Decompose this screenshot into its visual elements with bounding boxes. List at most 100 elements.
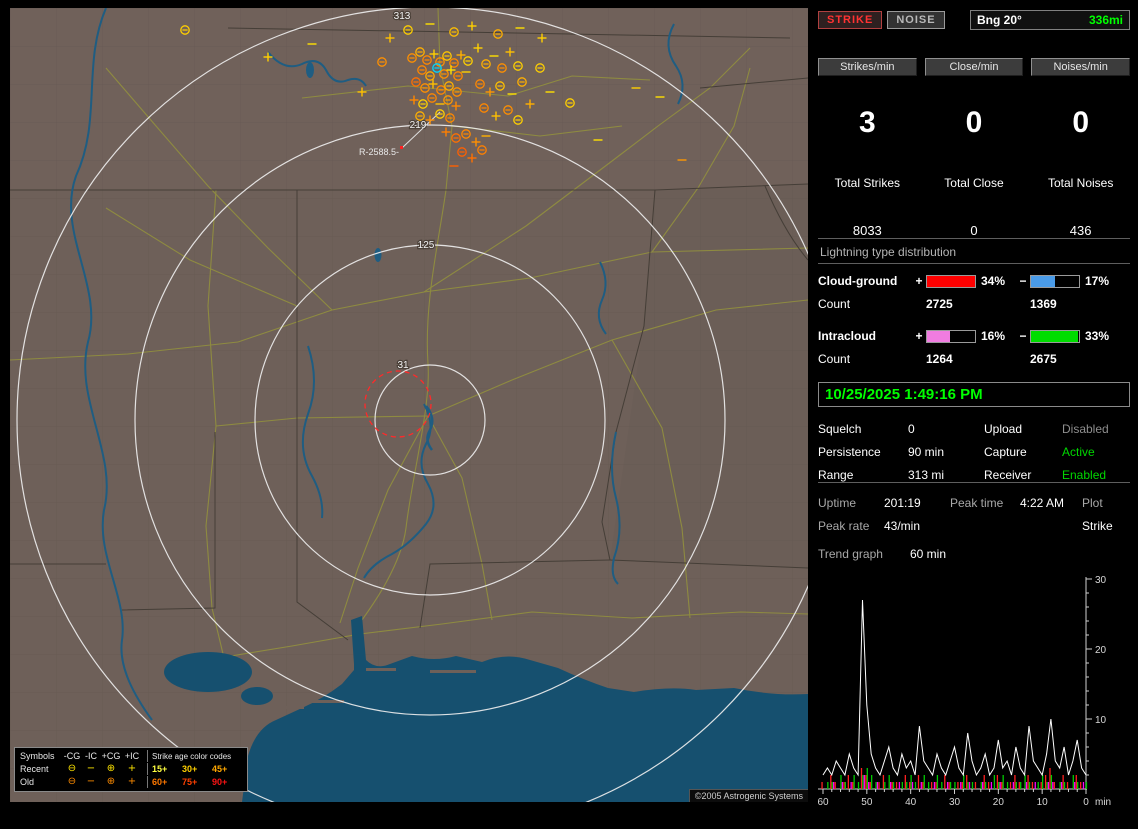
squelch-value: 0	[908, 422, 915, 436]
upload-label: Upload	[984, 422, 1023, 436]
separator	[818, 238, 1130, 239]
ic-minus-bar	[1030, 329, 1080, 343]
lightning-map[interactable]: 31 125 219 313 R-2588.5-	[10, 8, 808, 802]
settings-grid: Squelch 0 Upload Disabled Persistence 90…	[818, 422, 1130, 482]
uptime-label: Uptime	[818, 496, 857, 510]
recent-pos-cg-icon: ⊕	[106, 763, 116, 774]
legend-divider	[146, 776, 148, 788]
svg-text:219: 219	[410, 120, 427, 131]
bearing-range-value: 336mi	[1088, 13, 1123, 27]
count-label: Count	[818, 352, 851, 366]
cg-minus-percent: 17%	[1085, 274, 1110, 288]
svg-text:0: 0	[1083, 797, 1089, 808]
recent-neg-cg-icon: ⊖	[67, 763, 77, 774]
rate-values-row: 3 0 0	[818, 104, 1130, 138]
cg-plus-count: 2725	[926, 297, 953, 311]
trend-graph-header: Trend graph 60 min	[818, 547, 1130, 561]
legend-divider	[146, 763, 148, 775]
old-pos-ic-icon: +	[127, 776, 137, 787]
cg-plus-percent: 34%	[981, 274, 1006, 288]
totals-values-row: 8033 0 436	[818, 218, 1130, 238]
datetime-display: 10/25/2025 1:49:16 PM	[818, 382, 1130, 407]
total-strikes-value: 8033	[852, 223, 882, 238]
cloud-ground-label: Cloud-ground	[818, 274, 898, 288]
recent-pos-ic-icon: +	[127, 763, 137, 774]
legend-age-header: Strike age color codes	[152, 751, 232, 761]
receiver-status: Enabled	[1062, 468, 1107, 482]
capture-label: Capture	[984, 445, 1027, 459]
legend-divider	[146, 750, 148, 762]
total-noises-label: Total Noises	[1047, 176, 1114, 190]
old-pos-cg-icon: ⊕	[106, 776, 116, 787]
strikes-per-min-button[interactable]: Strikes/min	[818, 58, 917, 76]
svg-text:31: 31	[397, 360, 409, 371]
age-75: 75+	[182, 777, 198, 787]
distribution-title: Lightning type distribution	[820, 245, 957, 259]
range-label: Range	[818, 468, 854, 482]
map-legend: Symbols -CG -IC +CG +IC Strike age color…	[14, 747, 248, 792]
legend-col-pos-ic: +IC	[124, 751, 140, 761]
age-30: 30+	[182, 764, 198, 774]
persistence-label: Persistence	[818, 445, 881, 459]
cloud-ground-count-row: Count 2725 1369	[818, 297, 1130, 311]
close-per-min-button[interactable]: Close/min	[924, 58, 1024, 76]
receiver-label: Receiver	[984, 468, 1032, 482]
totals-labels-row: Total Strikes Total Close Total Noises	[818, 166, 1130, 190]
map-panel: 31 125 219 313 R-2588.5- Symbols -CG -IC +C…	[10, 8, 808, 802]
separator	[818, 482, 1130, 483]
svg-text:50: 50	[861, 797, 873, 808]
peak-rate-value: 43/min	[884, 519, 921, 533]
plot-value: Strike	[1082, 519, 1113, 533]
minus-sign: −	[1019, 274, 1027, 288]
age-90: 90+	[212, 777, 228, 787]
total-noises-value: 436	[1069, 223, 1092, 238]
old-neg-cg-icon: ⊖	[67, 776, 77, 787]
ic-plus-bar	[926, 329, 976, 343]
svg-text:10: 10	[1037, 797, 1049, 808]
svg-text:125: 125	[418, 240, 435, 251]
peak-time-label: Peak time	[950, 496, 1004, 510]
cg-plus-bar	[926, 274, 976, 288]
persistence-value: 90 min	[908, 445, 945, 459]
ic-minus-percent: 33%	[1085, 329, 1110, 343]
noises-per-min-value: 0	[1072, 106, 1089, 139]
legend-col-neg-cg: -CG	[63, 751, 81, 761]
trend-window-value: 60 min	[910, 547, 947, 561]
sidebar: STRIKE NOISE Bng 20° 336mi Strikes/min C…	[818, 10, 1130, 829]
peak-rate-label: Peak rate	[818, 519, 870, 533]
total-close-label: Total Close	[944, 176, 1004, 190]
legend-row-recent: Recent	[20, 764, 49, 774]
svg-text:40: 40	[905, 797, 917, 808]
upload-status: Disabled	[1062, 422, 1109, 436]
cloud-ground-row: Cloud-ground + 34% − 17%	[818, 274, 1130, 288]
separator	[818, 263, 1130, 264]
ic-plus-percent: 16%	[981, 329, 1006, 343]
svg-text:30: 30	[949, 797, 961, 808]
recent-neg-ic-icon: −	[86, 763, 96, 774]
age-45: 45+	[212, 764, 228, 774]
svg-text:min: min	[1095, 797, 1111, 808]
svg-text:10: 10	[1095, 715, 1107, 726]
ic-plus-count: 1264	[926, 352, 953, 366]
trend-graph-label: Trend graph	[818, 547, 883, 561]
copyright-notice: ©2005 Astrogenic Systems	[688, 789, 808, 802]
capture-status: Active	[1062, 445, 1095, 459]
old-neg-ic-icon: −	[86, 776, 96, 787]
stats-grid: Uptime 201:19 Peak time 4:22 AM Plot Pea…	[818, 496, 1130, 533]
strike-toggle-button[interactable]: STRIKE	[818, 11, 883, 29]
intracloud-row: Intracloud + 16% − 33%	[818, 329, 1130, 343]
svg-text:20: 20	[1095, 645, 1107, 656]
trend-graph-chart: 10 20 30 60 50 40 30 20 10 0 min	[818, 571, 1126, 829]
noises-per-min-button[interactable]: Noises/min	[1031, 58, 1130, 76]
plus-sign: +	[915, 274, 923, 288]
uptime-value: 201:19	[884, 496, 921, 510]
intracloud-count-row: Count 1264 2675	[818, 352, 1130, 366]
plot-label: Plot	[1082, 496, 1103, 510]
svg-text:30: 30	[1095, 575, 1107, 586]
legend-col-neg-ic: -IC	[85, 751, 97, 761]
range-value: 313 mi	[908, 468, 945, 482]
total-close-value: 0	[970, 223, 978, 238]
svg-text:60: 60	[818, 797, 829, 808]
noise-toggle-button[interactable]: NOISE	[887, 11, 945, 29]
rate-labels-row: Strikes/min Close/min Noises/min	[818, 58, 1130, 76]
